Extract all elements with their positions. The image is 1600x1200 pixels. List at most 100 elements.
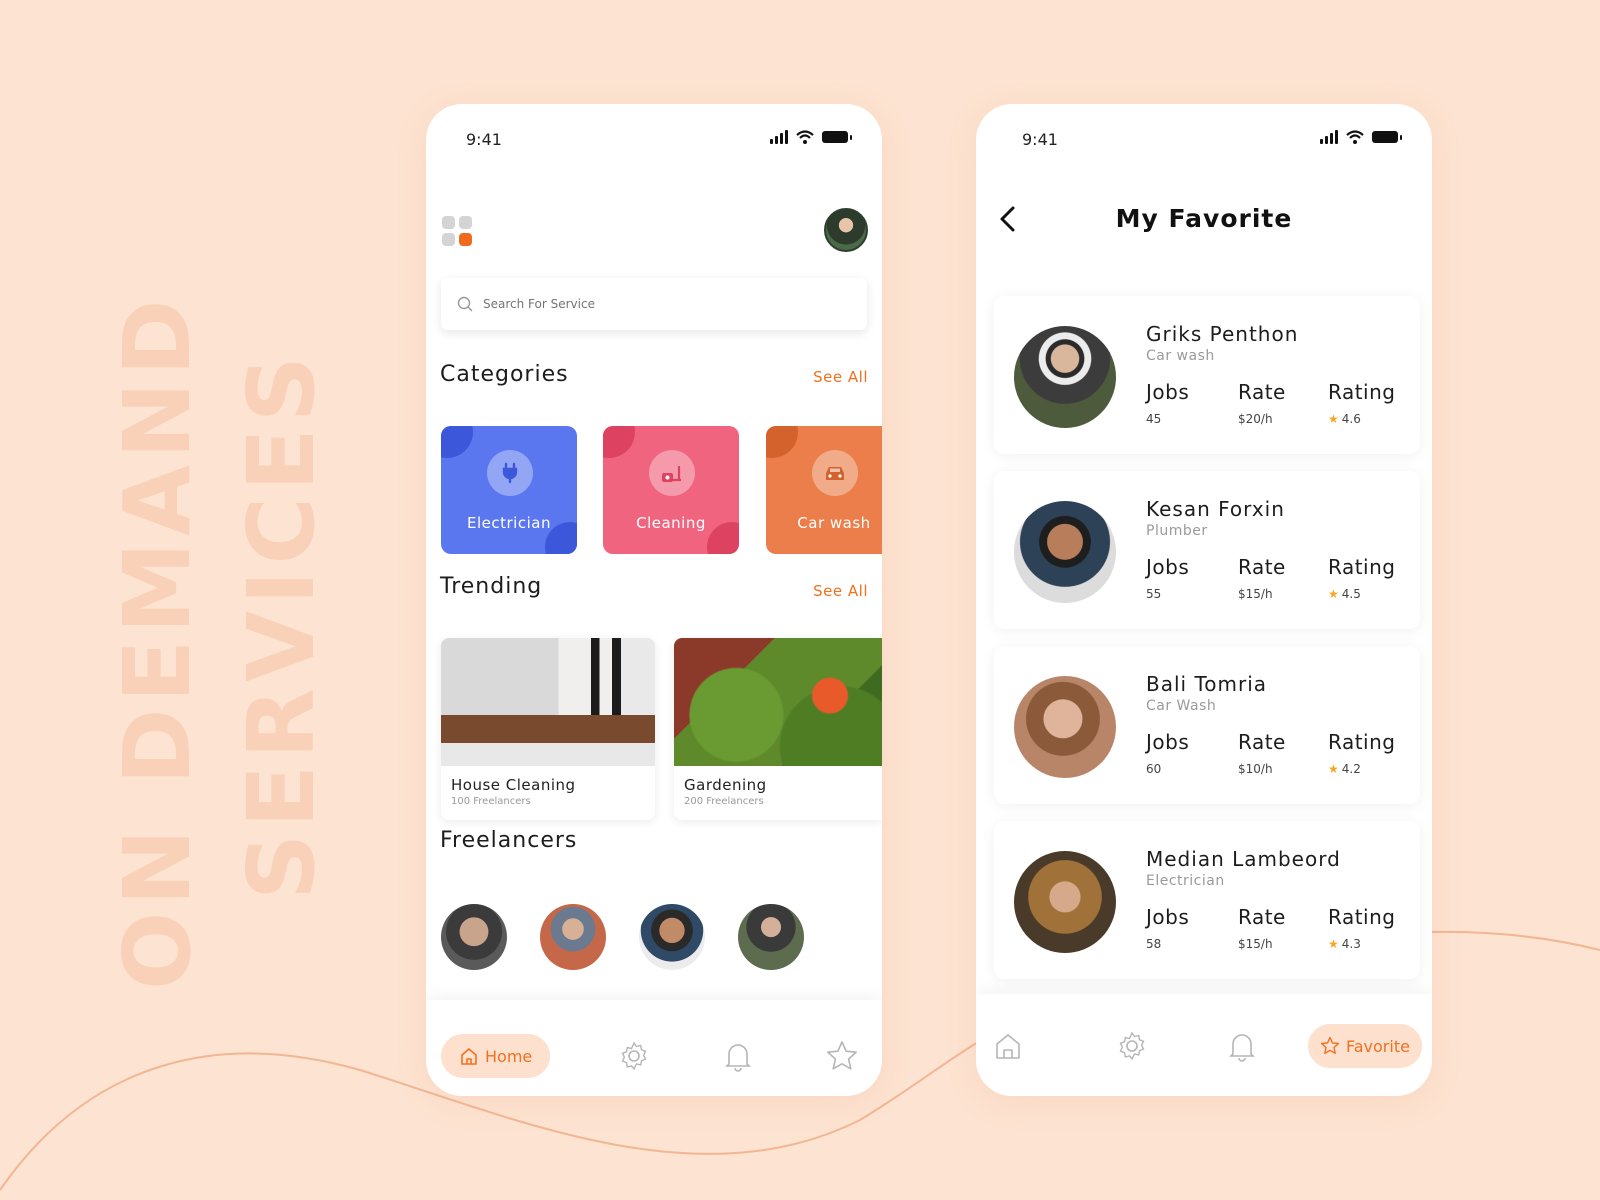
rating-star-icon: ★ [1328, 762, 1339, 776]
freelancers-title: Freelancers [440, 828, 578, 853]
freelancer-name: Bali Tomria [1146, 672, 1268, 696]
user-avatar[interactable] [824, 208, 868, 252]
jobs-label: Jobs [1146, 555, 1190, 579]
jobs-value: 45 [1146, 412, 1162, 426]
bell-icon [725, 1044, 751, 1072]
favorites-screen: 9:41 My Favorite Griks Penthon Car wash … [976, 104, 1432, 1096]
search-bar[interactable] [441, 278, 867, 330]
tab-settings[interactable] [616, 1038, 652, 1074]
category-label: Car wash [797, 514, 871, 532]
jobs-value: 55 [1146, 587, 1162, 601]
bottom-tab-bar: Favorite [976, 994, 1432, 1096]
rate-label: Rate [1238, 555, 1286, 579]
plug-icon [487, 450, 533, 496]
categories-title: Categories [440, 362, 569, 387]
menu-grid-icon[interactable] [442, 216, 472, 246]
rating-value: 4.6 [1341, 412, 1361, 426]
status-bar: 9:41 [426, 126, 882, 150]
house-cleaning-image [441, 638, 655, 766]
tab-notifications[interactable] [720, 1038, 756, 1074]
freelancer-avatar[interactable] [738, 904, 804, 970]
freelancer-name: Kesan Forxin [1146, 497, 1285, 521]
battery-icon [1372, 131, 1402, 143]
battery-icon [822, 131, 852, 143]
favorite-card[interactable]: Griks Penthon Car wash Jobs 45 Rate $20/h … [994, 296, 1420, 454]
car-icon [812, 450, 858, 496]
status-bar: 9:41 [976, 126, 1432, 150]
trending-card-house-cleaning[interactable]: House Cleaning 100 Freelancers [441, 638, 655, 820]
trending-title: Trending [440, 574, 543, 599]
rate-value: $20/h [1238, 412, 1273, 426]
rate-value: $10/h [1238, 762, 1273, 776]
trending-see-all-link[interactable]: See All [813, 582, 868, 600]
category-electrician[interactable]: Electrician [441, 426, 577, 554]
home-screen: 9:41 Categories See All Electrician Clea… [426, 104, 882, 1096]
rating-label: Rating [1328, 905, 1396, 929]
rating-label: Rating [1328, 730, 1396, 754]
trending-subtitle-text: 200 Freelancers [684, 796, 764, 807]
jobs-label: Jobs [1146, 380, 1190, 404]
signal-icon [1320, 130, 1338, 144]
freelancer-avatar[interactable] [441, 904, 507, 970]
rating-star-icon: ★ [1328, 587, 1339, 601]
freelancer-role: Plumber [1146, 523, 1208, 539]
freelancer-name: Median Lambeord [1146, 847, 1341, 871]
wifi-icon [796, 130, 814, 144]
rate-label: Rate [1238, 730, 1286, 754]
rate-label: Rate [1238, 905, 1286, 929]
tab-settings[interactable] [1114, 1028, 1150, 1064]
star-icon [827, 1041, 857, 1070]
star-icon [1320, 1036, 1340, 1054]
home-icon [461, 1048, 477, 1065]
status-time: 9:41 [1022, 130, 1058, 149]
rating-star-icon: ★ [1328, 937, 1339, 951]
categories-see-all-link[interactable]: See All [813, 368, 868, 386]
freelancer-photo [1014, 501, 1116, 603]
bell-icon [1229, 1034, 1255, 1062]
freelancer-avatar[interactable] [540, 904, 606, 970]
jobs-value: 60 [1146, 762, 1162, 776]
gear-icon [1119, 1031, 1145, 1061]
trending-title-text: Gardening [684, 776, 767, 794]
jobs-value: 58 [1146, 937, 1162, 951]
rate-value: $15/h [1238, 587, 1273, 601]
freelancer-name: Griks Penthon [1146, 322, 1299, 346]
hero-title-line1: ON DEMAND [104, 293, 211, 990]
tab-favorites[interactable] [824, 1038, 860, 1074]
freelancer-role: Car wash [1146, 348, 1215, 364]
rating-star-icon: ★ [1328, 412, 1339, 426]
home-icon [996, 1034, 1020, 1059]
tab-home-label: Home [485, 1046, 533, 1066]
rate-value: $15/h [1238, 937, 1273, 951]
gear-icon [621, 1041, 647, 1071]
freelancer-photo [1014, 676, 1116, 778]
freelancer-photo [1014, 851, 1116, 953]
category-cleaning[interactable]: Cleaning [603, 426, 739, 554]
rating-label: Rating [1328, 380, 1396, 404]
page-title: My Favorite [1115, 204, 1293, 233]
trending-subtitle-text: 100 Freelancers [451, 796, 531, 807]
favorite-card[interactable]: Bali Tomria Car Wash Jobs 60 Rate $10/h Ra… [994, 646, 1420, 804]
trending-card-gardening[interactable]: Gardening 200 Freelancers [674, 638, 882, 820]
category-label: Cleaning [636, 514, 706, 532]
tab-home[interactable]: Home [441, 1034, 551, 1078]
status-time: 9:41 [466, 130, 502, 149]
search-input[interactable] [483, 297, 823, 311]
tab-notifications[interactable] [1224, 1028, 1260, 1064]
favorite-card[interactable]: Kesan Forxin Plumber Jobs 55 Rate $15/h Ra… [994, 471, 1420, 629]
tab-favorite-label: Favorite [1346, 1036, 1410, 1056]
favorite-card[interactable]: Median Lambeord Electrician Jobs 58 Rate $… [994, 821, 1420, 979]
vacuum-icon [649, 450, 695, 496]
gardening-image [674, 638, 882, 766]
rating-value: 4.5 [1341, 587, 1361, 601]
tab-home[interactable] [990, 1028, 1026, 1064]
wifi-icon [1346, 130, 1364, 144]
category-car-wash[interactable]: Car wash [766, 426, 882, 554]
rating-label: Rating [1328, 555, 1396, 579]
jobs-label: Jobs [1146, 905, 1190, 929]
signal-icon [770, 130, 788, 144]
tab-favorites[interactable]: Favorite [1308, 1024, 1422, 1068]
jobs-label: Jobs [1146, 730, 1190, 754]
freelancer-avatar[interactable] [639, 904, 705, 970]
freelancer-photo [1014, 326, 1116, 428]
